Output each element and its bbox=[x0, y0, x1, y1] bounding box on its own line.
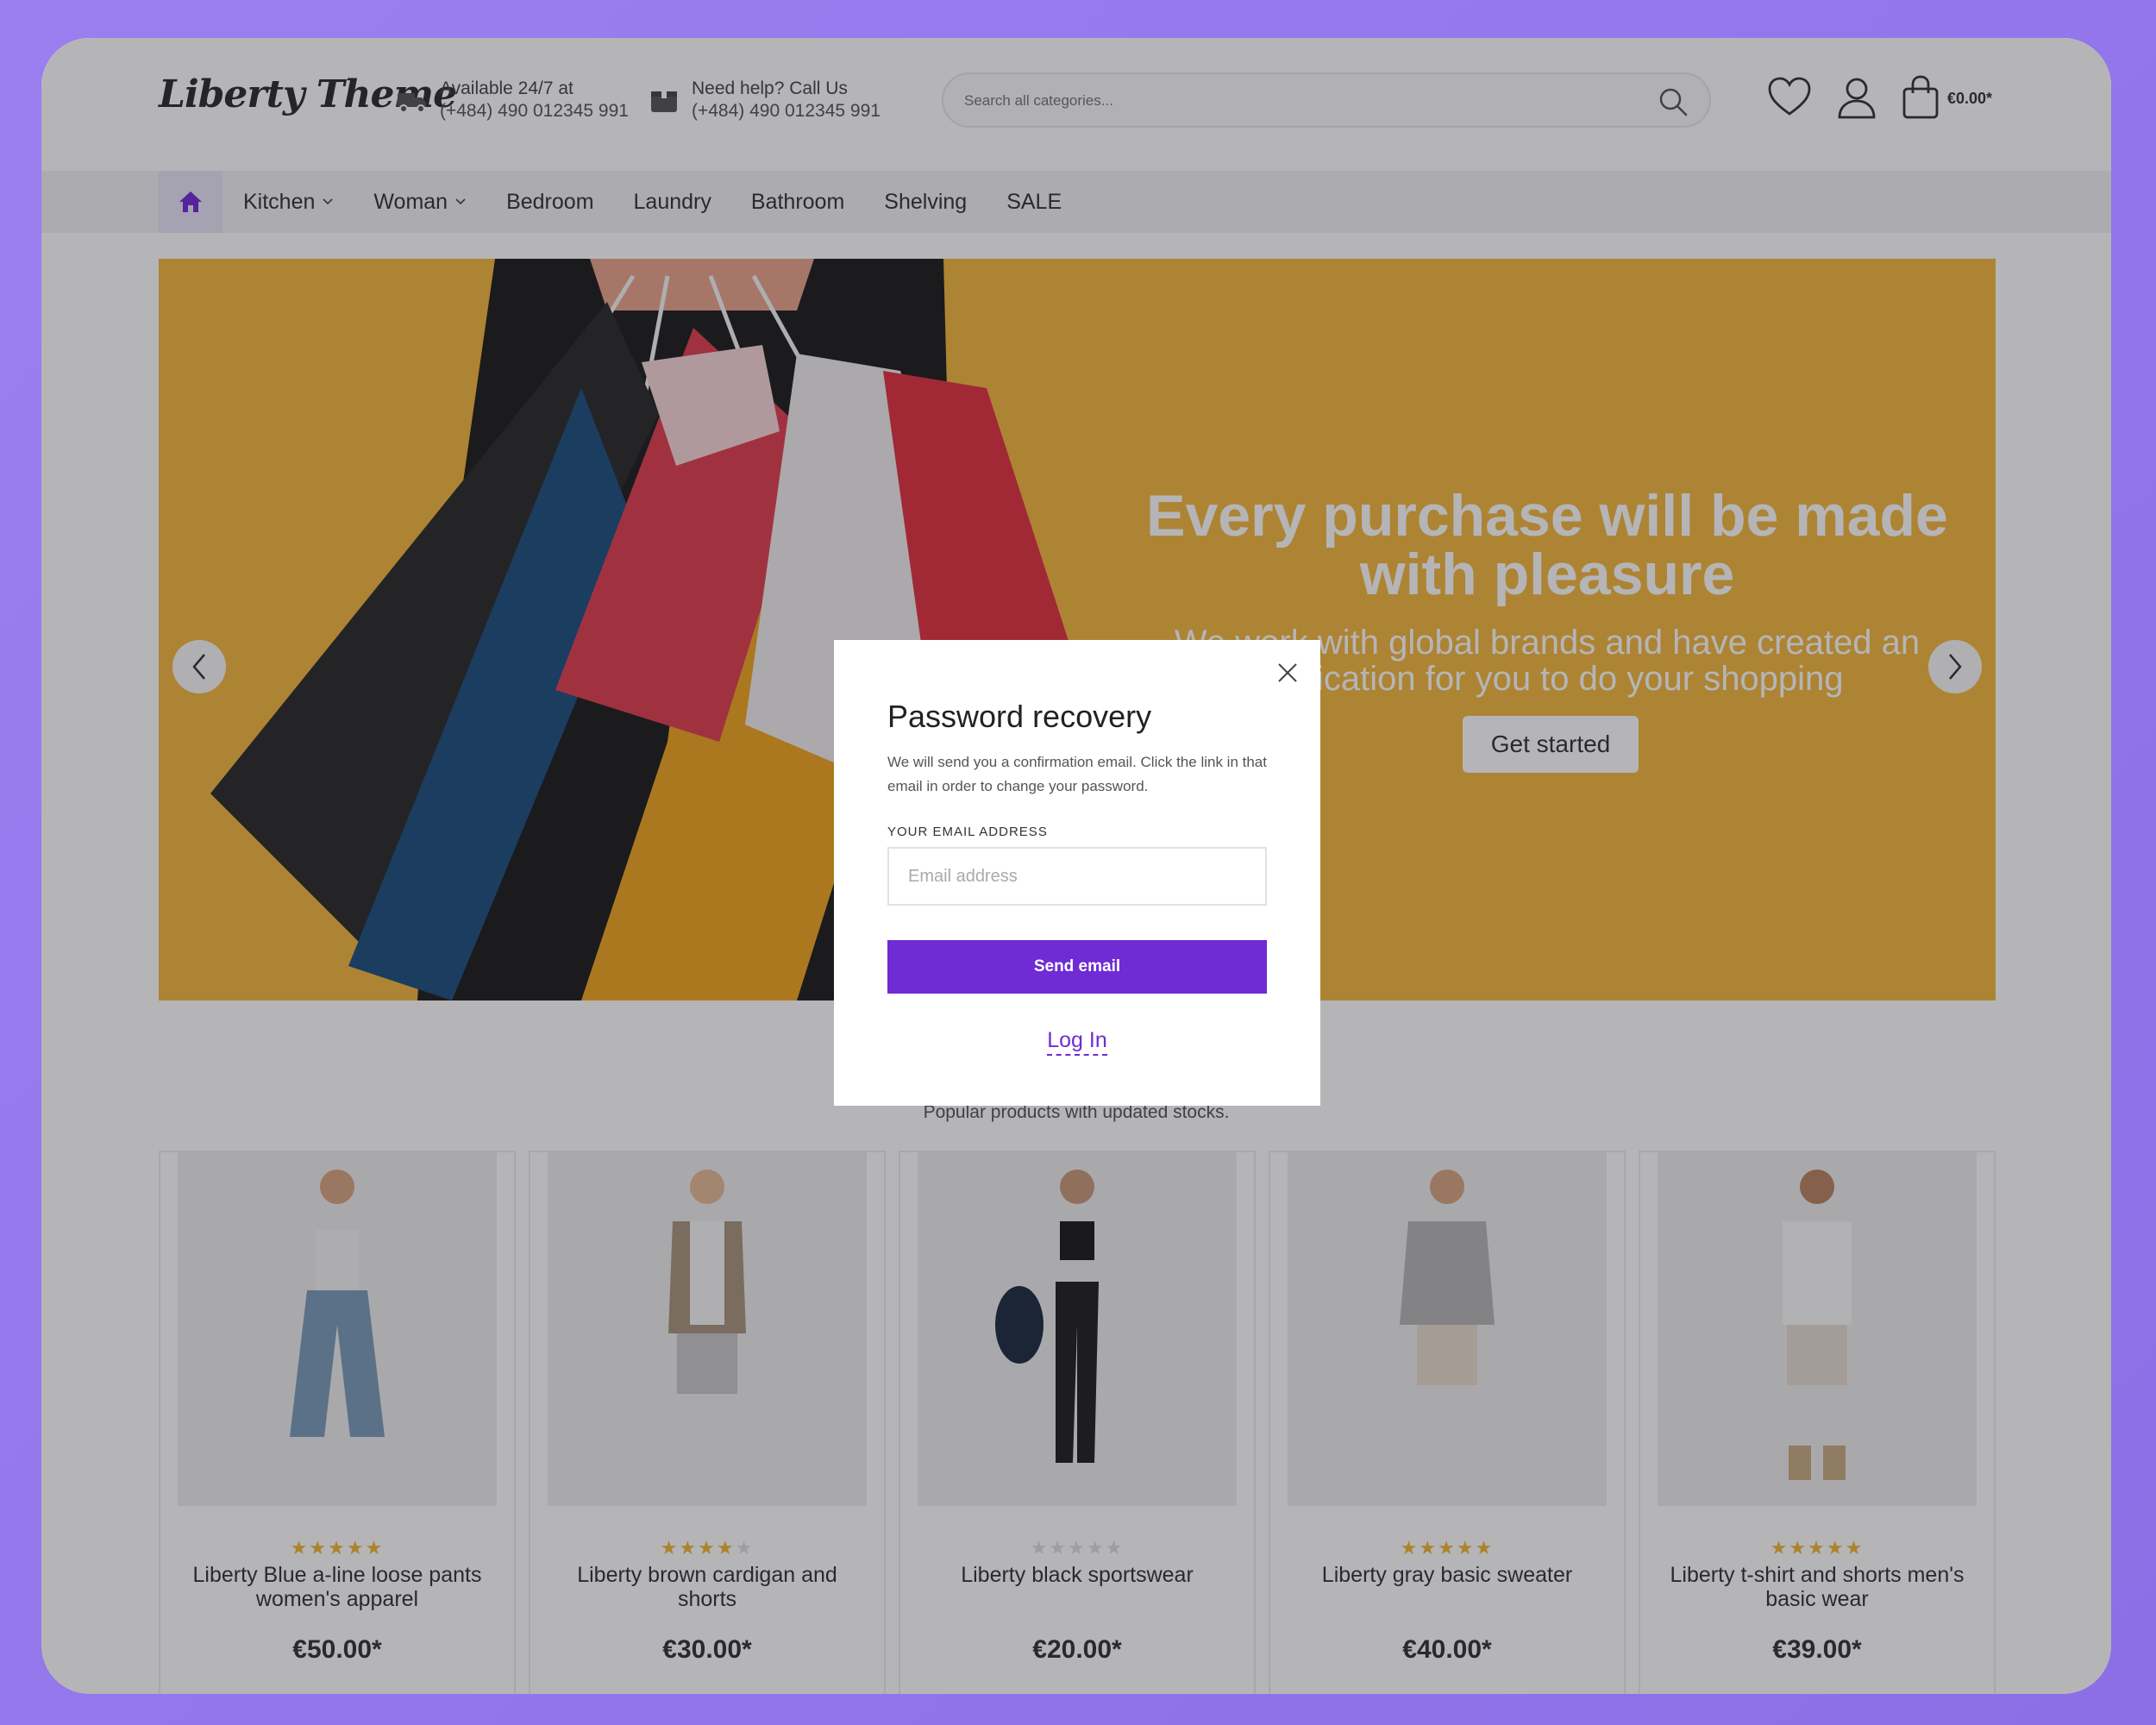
login-link[interactable]: Log In bbox=[1047, 1028, 1107, 1056]
send-email-button[interactable]: Send email bbox=[887, 940, 1267, 994]
modal-description: We will send you a confirmation email. C… bbox=[887, 754, 1267, 794]
close-icon[interactable] bbox=[1274, 659, 1301, 687]
modal-title: Password recovery bbox=[887, 699, 1152, 734]
email-label: YOUR EMAIL ADDRESS bbox=[887, 825, 1048, 839]
password-recovery-modal: Password recovery We will send you a con… bbox=[834, 640, 1320, 1106]
browser-frame: Liberty Theme Available 24/7 at (+484) 4… bbox=[41, 38, 2111, 1694]
login-link-wrap: Log In bbox=[834, 1028, 1320, 1056]
email-field[interactable] bbox=[887, 847, 1267, 906]
